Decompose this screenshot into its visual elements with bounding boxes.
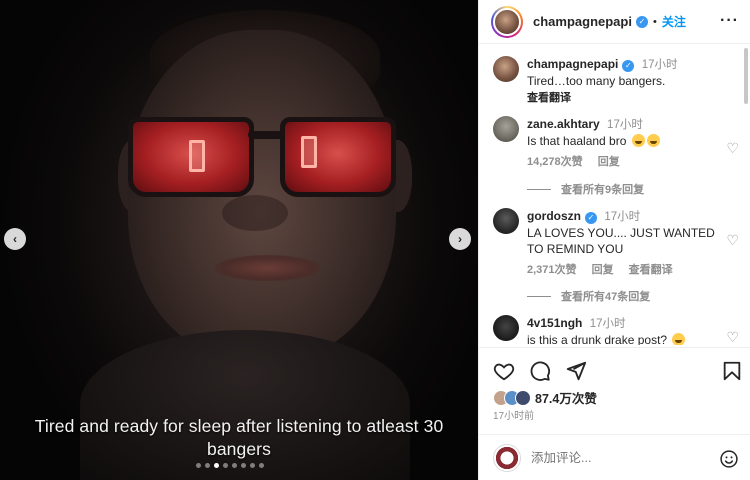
photo-mouth	[215, 255, 320, 281]
media-caption: Tired and ready for sleep after listenin…	[0, 415, 478, 461]
carousel-dot[interactable]	[250, 463, 255, 468]
media-caption-line: bangers	[207, 439, 271, 459]
translate-link[interactable]: 查看翻译	[527, 92, 571, 104]
reply-button[interactable]: 回复	[592, 264, 614, 276]
carousel-dot[interactable]	[196, 463, 201, 468]
reply-button[interactable]: 回复	[598, 156, 620, 168]
carousel-dots	[196, 463, 264, 468]
comment-likes[interactable]: 14,278次赞	[527, 156, 583, 168]
bookmark-icon[interactable]	[721, 360, 743, 382]
view-replies-label[interactable]: 查看所有47条回复	[561, 288, 650, 304]
verified-badge-icon: ✓	[635, 15, 648, 28]
replies-divider	[527, 295, 551, 297]
more-horizontal-icon[interactable]: ···	[720, 12, 739, 30]
post-actions: 87.4万次赞 17小时前	[479, 347, 750, 480]
verified-badge-icon: ✓	[585, 212, 597, 224]
avatar[interactable]	[493, 116, 519, 142]
avatar	[493, 444, 521, 472]
comment-time[interactable]: 17小时	[607, 119, 643, 131]
likes-summary[interactable]: 87.4万次赞	[493, 388, 597, 407]
comment-icon[interactable]	[529, 360, 551, 382]
comment-input[interactable]	[531, 451, 701, 465]
lens-right	[280, 117, 396, 197]
caption-time[interactable]: 17小时	[642, 59, 678, 71]
view-replies-label[interactable]: 查看所有9条回复	[561, 181, 644, 197]
view-replies-button[interactable]: 查看所有9条回复	[527, 181, 644, 197]
verified-badge-icon: ✓	[622, 60, 635, 72]
translate-link[interactable]: 查看翻译	[629, 264, 673, 276]
heart-icon[interactable]: ♡	[726, 232, 739, 249]
post-header: champagnepapi ✓ • 关注 ···	[479, 0, 750, 44]
crying-laughing-emoji	[646, 134, 660, 147]
heart-icon[interactable]	[493, 360, 515, 382]
carousel-dot[interactable]	[259, 463, 264, 468]
smiley-icon[interactable]	[719, 449, 739, 469]
crying-laughing-emoji	[631, 134, 645, 147]
chevron-right-icon[interactable]: ›	[449, 228, 471, 250]
avatar[interactable]	[493, 56, 519, 82]
caption-username[interactable]: champagnepapi	[527, 57, 618, 71]
chevron-left-icon[interactable]: ‹	[4, 228, 26, 250]
liker-avatar	[515, 389, 531, 406]
media-caption-line: Tired and ready for sleep after listenin…	[34, 416, 444, 436]
avatar[interactable]	[493, 208, 519, 234]
view-replies-button[interactable]: 查看所有47条回复	[527, 288, 650, 304]
comment-text: is this a drunk drake post?	[527, 333, 668, 345]
lens-left	[128, 117, 254, 197]
comment-time[interactable]: 17小时	[590, 318, 626, 330]
comment-username[interactable]: gordoszn	[527, 209, 581, 223]
header-username[interactable]: champagnepapi	[533, 14, 632, 29]
story-ring[interactable]	[491, 5, 523, 38]
avatar[interactable]	[493, 315, 519, 341]
screen-reflection	[301, 136, 317, 168]
comment-likes[interactable]: 2,371次赞	[527, 264, 577, 276]
heart-icon[interactable]: ♡	[726, 329, 739, 345]
comment-scrollbar[interactable]	[744, 48, 748, 104]
carousel-dot[interactable]	[241, 463, 246, 468]
comment-text: Is that haaland bro	[527, 134, 627, 148]
carousel-dot[interactable]	[232, 463, 237, 468]
header-separator: •	[652, 15, 657, 28]
carousel-dot[interactable]	[223, 463, 228, 468]
replies-divider	[527, 188, 551, 190]
comment-username[interactable]: 4v151ngh	[527, 316, 582, 330]
follow-button[interactable]: 关注	[662, 13, 686, 30]
comment-username[interactable]: zane.akhtary	[527, 117, 600, 131]
action-icons	[493, 360, 587, 382]
post-media[interactable]: Tired and ready for sleep after listenin…	[0, 0, 478, 480]
carousel-dot[interactable]	[214, 463, 219, 468]
screen-reflection	[189, 140, 205, 172]
post-timestamp[interactable]: 17小时前	[493, 407, 534, 422]
add-comment-bar	[479, 434, 750, 480]
heart-icon[interactable]: ♡	[726, 140, 739, 157]
avatar[interactable]	[493, 7, 521, 36]
send-icon[interactable]	[565, 360, 587, 382]
post-side-panel: champagnepapi ✓ • 关注 ··· champagnepapi ✓ …	[478, 0, 750, 480]
comment-list[interactable]: champagnepapi ✓ 17小时 Tired…too many bange…	[479, 45, 750, 345]
likes-count[interactable]: 87.4万次赞	[535, 388, 597, 407]
caption-text: Tired…too many bangers.	[527, 74, 666, 88]
laughing-emoji	[672, 333, 686, 345]
photo-nose-shadow	[222, 195, 288, 231]
carousel-dot[interactable]	[205, 463, 210, 468]
comment-text: LA LOVES YOU.... JUST WANTED TO REMIND Y…	[527, 226, 715, 256]
comment-time[interactable]: 17小时	[604, 211, 640, 223]
